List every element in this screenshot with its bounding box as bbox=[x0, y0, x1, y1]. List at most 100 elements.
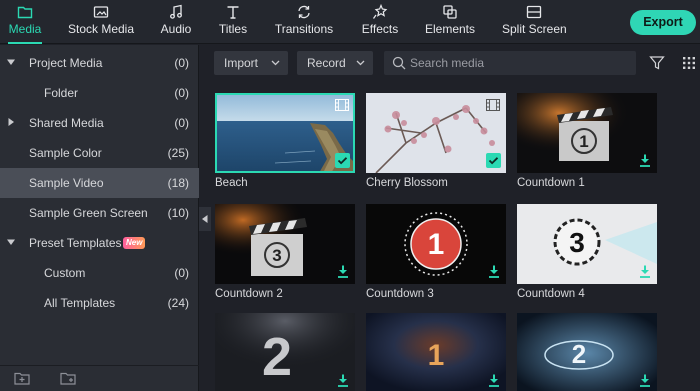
download-icon[interactable] bbox=[488, 265, 500, 278]
music-note-icon bbox=[168, 4, 184, 20]
record-dropdown-label: Record bbox=[307, 56, 346, 70]
sidebar-item-count: (25) bbox=[167, 146, 189, 160]
grid-view-icon[interactable] bbox=[681, 55, 697, 71]
tab-label: Split Screen bbox=[502, 22, 567, 36]
media-item-title: Countdown 4 bbox=[517, 288, 585, 300]
download-icon[interactable] bbox=[488, 374, 500, 387]
svg-text:1: 1 bbox=[428, 228, 445, 261]
sidebar-item-count: (10) bbox=[167, 206, 189, 220]
download-icon[interactable] bbox=[639, 374, 651, 387]
tab-audio[interactable]: Audio bbox=[156, 0, 196, 44]
caret-down-icon[interactable] bbox=[7, 238, 15, 246]
folder-icon bbox=[17, 4, 33, 20]
download-icon[interactable] bbox=[337, 374, 349, 387]
sidebar-item-label: Project Media bbox=[29, 56, 103, 70]
tab-transitions[interactable]: Transitions bbox=[272, 0, 336, 44]
new-folder-icon[interactable] bbox=[60, 371, 76, 385]
search-icon bbox=[392, 56, 406, 70]
sidebar-item-shared-media[interactable]: Shared Media (0) bbox=[0, 108, 199, 138]
caret-down-icon[interactable] bbox=[7, 58, 15, 66]
record-dropdown[interactable]: Record bbox=[297, 51, 373, 75]
tab-label: Media bbox=[8, 22, 42, 36]
chevron-down-icon bbox=[356, 60, 365, 66]
svg-text:1: 1 bbox=[428, 339, 445, 372]
video-clip-icon bbox=[335, 99, 349, 111]
text-t-icon bbox=[225, 4, 241, 20]
video-thumbnail[interactable]: 1 bbox=[517, 93, 657, 173]
sidebar-item-label: Sample Video bbox=[29, 176, 104, 190]
sidebar-item-custom[interactable]: Custom (0) bbox=[0, 258, 199, 288]
video-thumbnail[interactable]: 3 bbox=[215, 204, 355, 284]
sidebar-item-count: (24) bbox=[167, 296, 189, 310]
sidebar-item-preset-templates[interactable]: Preset Templates New bbox=[0, 228, 199, 258]
media-library-sidebar: Project Media (0) Folder (0) Shared Medi… bbox=[0, 45, 199, 391]
effects-sparkle-icon bbox=[372, 4, 388, 20]
media-item-title: Countdown 2 bbox=[215, 288, 283, 300]
elements-icon bbox=[442, 4, 458, 20]
chevron-down-icon bbox=[271, 60, 280, 66]
sidebar-item-count: (0) bbox=[174, 56, 189, 70]
import-folder-icon[interactable] bbox=[14, 371, 30, 385]
sidebar-item-folder[interactable]: Folder (0) bbox=[0, 78, 199, 108]
tab-label: Audio bbox=[160, 22, 192, 36]
tab-elements[interactable]: Elements bbox=[424, 0, 476, 44]
added-checkmark-icon bbox=[335, 153, 350, 168]
svg-text:1: 1 bbox=[579, 132, 588, 151]
caret-right-icon[interactable] bbox=[7, 118, 15, 126]
media-grid: Beach Cherry Blossom 1 Countdown 1 3 Cou… bbox=[211, 88, 700, 391]
video-thumbnail[interactable]: 1 bbox=[366, 204, 506, 284]
media-item-title: Cherry Blossom bbox=[366, 177, 448, 189]
sidebar-item-project-media[interactable]: Project Media (0) bbox=[0, 48, 199, 78]
export-button[interactable]: Export bbox=[630, 10, 696, 35]
video-thumbnail[interactable] bbox=[215, 93, 355, 173]
svg-text:2: 2 bbox=[262, 327, 292, 387]
tab-effects[interactable]: Effects bbox=[358, 0, 402, 44]
search-input[interactable] bbox=[410, 54, 630, 72]
media-filter-bar: Import Record bbox=[211, 48, 700, 76]
sidebar-item-label: Custom bbox=[44, 266, 86, 280]
tab-media[interactable]: Media bbox=[2, 0, 48, 44]
svg-text:2: 2 bbox=[572, 339, 586, 369]
sidebar-item-count: (0) bbox=[174, 116, 189, 130]
svg-text:3: 3 bbox=[569, 227, 585, 258]
tab-split-screen[interactable]: Split Screen bbox=[502, 0, 567, 44]
tab-label: Transitions bbox=[274, 22, 334, 36]
media-item-title: Beach bbox=[215, 177, 248, 189]
video-thumbnail[interactable]: 1 bbox=[366, 313, 506, 391]
import-dropdown[interactable]: Import bbox=[214, 51, 288, 75]
sidebar-item-count: (18) bbox=[167, 176, 189, 190]
sidebar-item-sample-color[interactable]: Sample Color (25) bbox=[0, 138, 199, 168]
filter-funnel-icon[interactable] bbox=[649, 55, 665, 71]
svg-text:3: 3 bbox=[272, 246, 281, 265]
download-icon[interactable] bbox=[639, 265, 651, 278]
video-thumbnail[interactable]: 2 bbox=[517, 313, 657, 391]
search-box[interactable] bbox=[384, 51, 636, 75]
sidebar-item-sample-video[interactable]: Sample Video (18) bbox=[0, 168, 199, 198]
video-thumbnail[interactable] bbox=[366, 93, 506, 173]
added-checkmark-icon bbox=[486, 153, 501, 168]
tab-stock-media[interactable]: Stock Media bbox=[66, 0, 136, 44]
tab-label: Effects bbox=[361, 22, 399, 36]
sidebar-item-label: Shared Media bbox=[29, 116, 104, 130]
tab-titles[interactable]: Titles bbox=[214, 0, 252, 44]
top-toolbar: Media Stock Media Audio Titles Transitio… bbox=[0, 0, 700, 44]
chevron-left-icon bbox=[202, 215, 208, 223]
tab-label: Stock Media bbox=[67, 22, 135, 36]
sidebar-item-label: Folder bbox=[44, 86, 79, 100]
download-icon[interactable] bbox=[639, 154, 651, 167]
stock-media-icon bbox=[93, 4, 109, 20]
sidebar-item-count: (0) bbox=[174, 266, 189, 280]
sidebar-item-all-templates[interactable]: All Templates (24) bbox=[0, 288, 199, 318]
transitions-icon bbox=[296, 4, 312, 20]
collapse-sidebar-handle[interactable] bbox=[199, 207, 211, 231]
video-thumbnail[interactable]: 3 bbox=[517, 204, 657, 284]
tab-label: Elements bbox=[424, 22, 476, 36]
media-item-title: Countdown 3 bbox=[366, 288, 434, 300]
sidebar-item-label: Preset Templates bbox=[29, 236, 122, 250]
split-screen-icon bbox=[526, 4, 542, 20]
media-item-title: Countdown 1 bbox=[517, 177, 585, 189]
sidebar-item-sample-green-screen[interactable]: Sample Green Screen (10) bbox=[0, 198, 199, 228]
sidebar-item-label: All Templates bbox=[44, 296, 116, 310]
download-icon[interactable] bbox=[337, 265, 349, 278]
video-thumbnail[interactable]: 2 bbox=[215, 313, 355, 391]
